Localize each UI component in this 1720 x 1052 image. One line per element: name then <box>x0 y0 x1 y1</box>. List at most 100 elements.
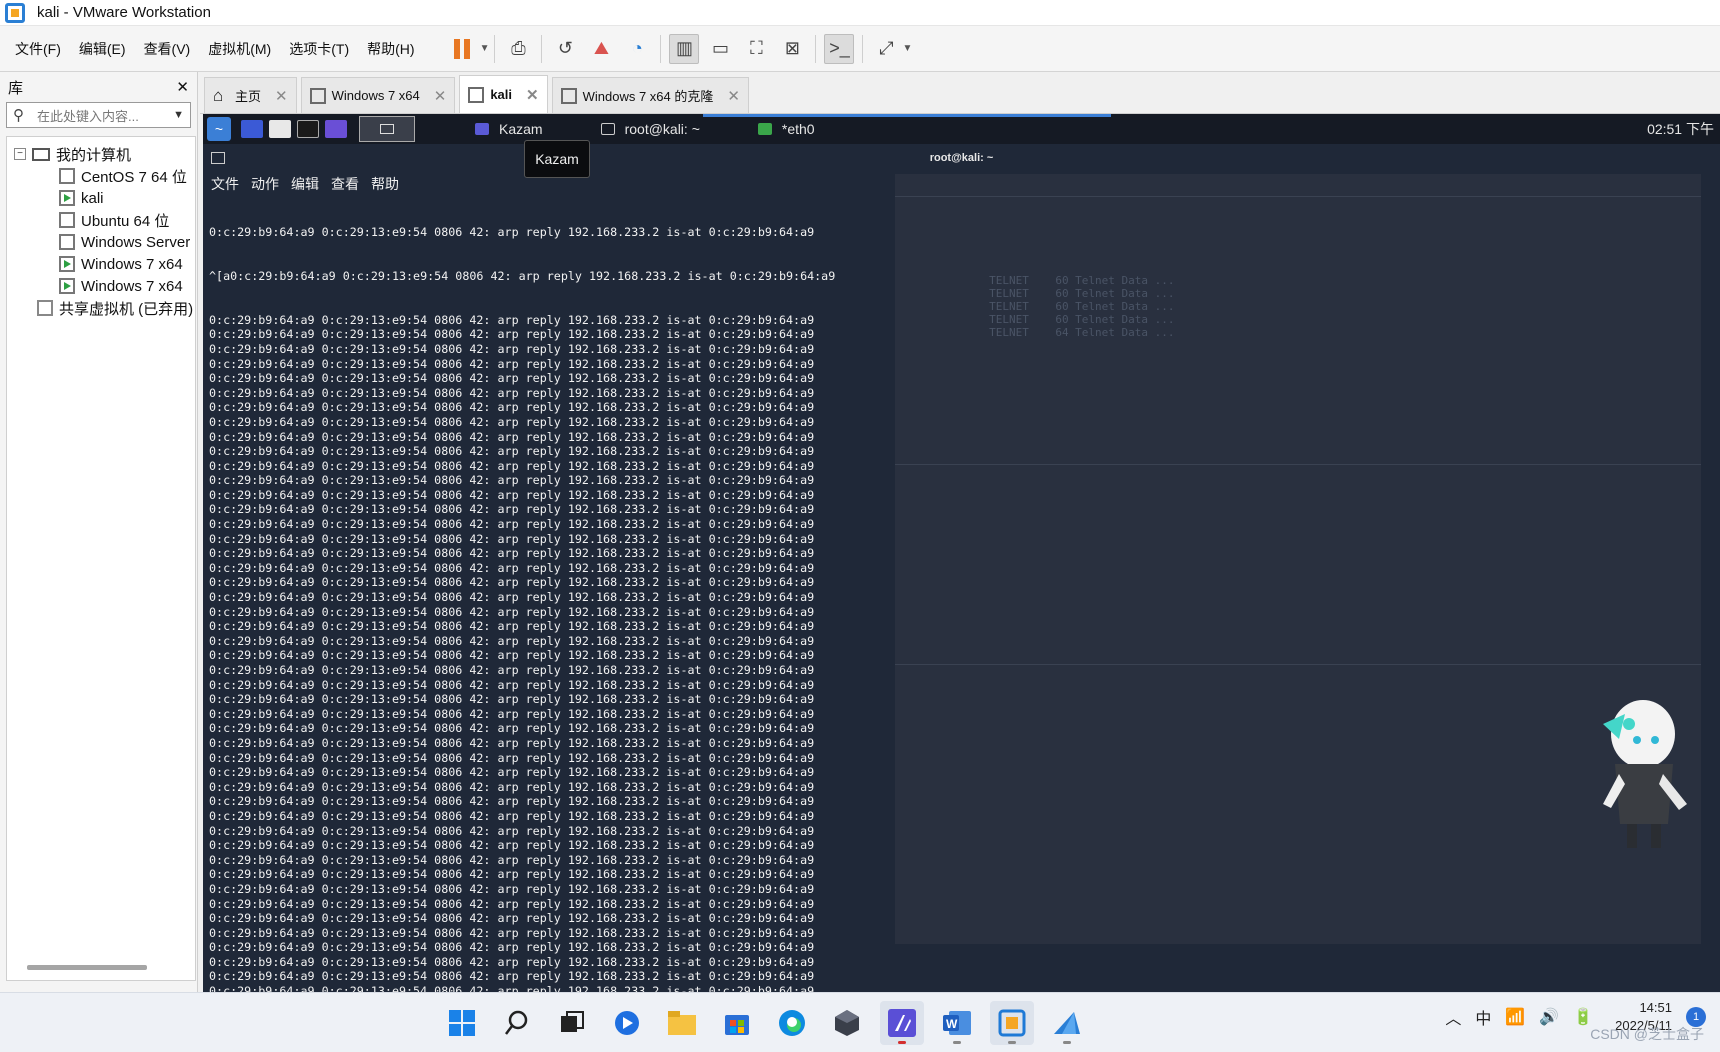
tree-item-centos[interactable]: CentOS 7 64 位 <box>7 165 195 187</box>
workspace-switcher[interactable] <box>359 116 415 142</box>
pause-icon[interactable] <box>445 34 479 64</box>
snapshot-manager-icon[interactable]: ◔ <box>622 34 652 64</box>
terminal-line: 0:c:29:b9:64:a9 0:c:29:13:e9:54 0806 42:… <box>209 984 815 992</box>
terminal-icon[interactable] <box>297 120 319 138</box>
wifi-icon[interactable]: 📶 <box>1505 1007 1525 1027</box>
desktop-icon[interactable] <box>241 120 263 138</box>
snapshot-icon[interactable]: ↺ <box>550 34 580 64</box>
tree-item-windows7-clone[interactable]: Windows 7 x64 <box>7 275 195 297</box>
file-explorer-icon[interactable] <box>660 1001 704 1045</box>
tree-item-kali[interactable]: kali <box>7 187 195 209</box>
desktop-mascot-image <box>1603 700 1687 848</box>
menu-vm[interactable]: 虚拟机(M) <box>199 34 280 64</box>
browser-icon[interactable] <box>325 120 347 138</box>
close-icon[interactable]: ✕ <box>434 87 447 105</box>
vm-tab-icon <box>468 86 485 103</box>
menu-edit[interactable]: 编辑(E) <box>70 34 135 64</box>
running-indicator <box>898 1041 906 1044</box>
tree-item-ubuntu[interactable]: Ubuntu 64 位 <box>7 209 195 231</box>
tree-item-windows7[interactable]: Windows 7 x64 <box>7 253 195 275</box>
terminal-menu-help[interactable]: 帮助 <box>371 174 399 194</box>
menu-help[interactable]: 帮助(H) <box>358 34 423 64</box>
send-ctrl-alt-del-icon[interactable]: ⎙ <box>503 34 533 64</box>
watermark: CSDN @芝士盒子 <box>1590 1026 1704 1042</box>
toolbar-separator <box>660 34 662 63</box>
terminal-menu-edit[interactable]: 编辑 <box>291 174 319 194</box>
vm-display[interactable]: TELNET 60 Telnet Data ... TELNET 60 Teln… <box>203 114 1720 992</box>
terminal-output[interactable]: 0:c:29:b9:64:a9 0:c:29:13:e9:54 0806 42:… <box>209 196 859 992</box>
kali-menu-icon[interactable]: ~ <box>207 117 231 141</box>
background-packet-list: TELNET 60 Telnet Data ... TELNET 60 Teln… <box>989 274 1175 339</box>
thumbnail-view-icon[interactable]: ▭ <box>705 34 735 64</box>
cube-app-icon[interactable] <box>825 1001 869 1045</box>
terminal-line: 0:c:29:b9:64:a9 0:c:29:13:e9:54 0806 42:… <box>209 925 815 940</box>
window-titlebar: kali - VMware Workstation <box>0 0 1720 26</box>
library-search-input[interactable]: ⚲ 在此处键入内容... ▼ <box>6 102 191 128</box>
menu-tabs[interactable]: 选项卡(T) <box>280 34 358 64</box>
tab-home[interactable]: ⌂ 主页 ✕ <box>204 77 297 113</box>
horizontal-scrollbar[interactable] <box>27 965 147 970</box>
tree-item-windows-server[interactable]: Windows Server <box>7 231 195 253</box>
store-icon[interactable] <box>715 1001 759 1045</box>
tree-item-label: Windows 7 x64 <box>81 255 183 273</box>
menu-file[interactable]: 文件(F) <box>6 34 70 64</box>
vm-icon <box>59 168 75 184</box>
tree-item-label: Ubuntu 64 位 <box>81 212 170 230</box>
search-dropdown-icon[interactable]: ▼ <box>173 109 190 121</box>
collapse-icon[interactable]: − <box>14 148 26 160</box>
vm-running-icon <box>59 256 75 272</box>
background-divider <box>895 664 1701 665</box>
files-icon[interactable] <box>269 120 291 138</box>
revert-snapshot-icon[interactable]: ⛰ <box>586 34 616 64</box>
close-icon[interactable]: ✕ <box>526 86 539 104</box>
terminal-line: 0:c:29:b9:64:a9 0:c:29:13:e9:54 0806 42:… <box>209 575 815 590</box>
library-view-icon[interactable]: ▥ <box>669 33 700 64</box>
word-icon[interactable]: W <box>935 1001 979 1045</box>
terminal-menu-view[interactable]: 查看 <box>331 174 359 194</box>
app-blue-icon[interactable] <box>605 1001 649 1045</box>
library-header: 库 ✕ <box>0 72 197 102</box>
edge-icon[interactable] <box>770 1001 814 1045</box>
search-icon[interactable] <box>495 1001 539 1045</box>
terminal-line: 0:c:29:b9:64:a9 0:c:29:13:e9:54 0806 42:… <box>209 356 815 371</box>
unity-icon[interactable]: ⊠ <box>777 34 807 64</box>
tree-item-shared-vms[interactable]: 共享虚拟机 (已弃用) <box>7 297 195 319</box>
window-menu-icon[interactable] <box>211 152 225 164</box>
task-terminal[interactable]: root@kali: ~ <box>600 121 700 137</box>
start-icon[interactable] <box>440 1001 484 1045</box>
tab-kali[interactable]: kali ✕ <box>459 75 548 113</box>
kazam-icon <box>475 123 489 135</box>
shark-app-icon[interactable] <box>1045 1001 1089 1045</box>
tab-windows7[interactable]: Windows 7 x64 ✕ <box>300 77 456 113</box>
tree-item-label: kali <box>81 189 104 207</box>
console-view-icon[interactable]: >_ <box>824 33 855 64</box>
shared-vm-icon <box>37 300 53 316</box>
task-wireshark[interactable]: *eth0 <box>757 121 815 137</box>
library-search-placeholder: 在此处键入内容... <box>37 108 139 124</box>
kali-clock[interactable]: 02:51 下午 <box>1647 119 1714 139</box>
tree-item-my-computer[interactable]: − 我的计算机 <box>7 143 195 165</box>
svg-text:W: W <box>946 1017 958 1031</box>
volume-icon[interactable]: 🔊 <box>1539 1007 1559 1027</box>
menu-view[interactable]: 查看(V) <box>135 34 200 64</box>
terminal-line: 0:c:29:b9:64:a9 0:c:29:13:e9:54 0806 42:… <box>209 954 815 969</box>
terminal-line: 0:c:29:b9:64:a9 0:c:29:13:e9:54 0806 42:… <box>209 531 815 546</box>
ide-app-icon[interactable] <box>880 1001 924 1045</box>
terminal-menu-file[interactable]: 文件 <box>211 174 239 194</box>
tab-windows7-clone[interactable]: Windows 7 x64 的克隆 ✕ <box>551 77 749 113</box>
stretch-dropdown-icon[interactable]: ▼ <box>902 43 912 54</box>
task-view-icon[interactable] <box>550 1001 594 1045</box>
stretch-icon[interactable]: ⤢ <box>871 34 901 64</box>
close-icon[interactable]: ✕ <box>727 87 740 105</box>
close-icon[interactable]: ✕ <box>275 87 288 105</box>
task-kazam[interactable]: Kazam <box>475 121 543 137</box>
terminal-menu-action[interactable]: 动作 <box>251 174 279 194</box>
ime-indicator[interactable]: 中 <box>1475 1005 1491 1029</box>
chevron-up-icon[interactable]: ︿ <box>1445 1005 1461 1029</box>
fullscreen-icon[interactable]: ⛶ <box>741 34 771 64</box>
tooltip: Kazam <box>524 140 590 178</box>
pause-dropdown-icon[interactable]: ▼ <box>480 43 490 54</box>
terminal-line: 0:c:29:b9:64:a9 0:c:29:13:e9:54 0806 42:… <box>209 896 815 911</box>
vmware-icon[interactable] <box>990 1001 1034 1045</box>
library-close-icon[interactable]: ✕ <box>176 78 189 96</box>
